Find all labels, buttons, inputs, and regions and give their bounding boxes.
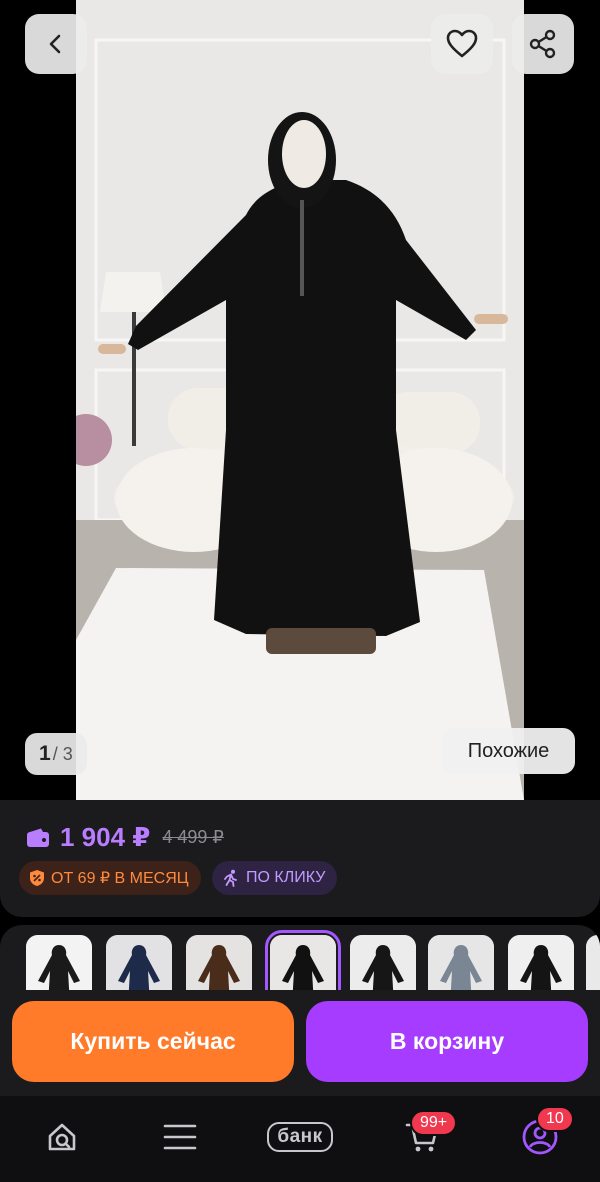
action-bar: Купить сейчас В корзину [0,990,600,1096]
back-button[interactable] [25,14,87,74]
old-price: 4 499 ₽ [162,827,224,847]
price-panel: 1 904 ₽ 4 499 ₽ ОТ 69 ₽ В МЕСЯЦ ПО КЛИКУ [0,800,600,917]
one-click-badge[interactable]: ПО КЛИКУ [212,861,338,895]
nav-bank[interactable]: банк [258,1114,342,1160]
installment-badge[interactable]: ОТ 69 ₽ В МЕСЯЦ [19,861,201,895]
product-gallery[interactable]: 1 / 3 Похожие [0,0,600,800]
nav-catalog[interactable] [154,1114,206,1160]
share-icon [529,29,556,59]
heart-icon [446,29,478,58]
running-person-icon [224,869,237,887]
share-button[interactable] [512,14,574,74]
buy-now-button[interactable]: Купить сейчас [12,1001,294,1082]
similar-button[interactable]: Похожие [442,728,575,774]
product-image [76,0,524,800]
shield-percent-icon [30,870,44,886]
chevron-left-icon [49,34,61,54]
add-to-cart-button[interactable]: В корзину [306,1001,588,1082]
wallet-icon [27,828,49,847]
profile-notification-badge: 10 [536,1106,574,1132]
cart-count-badge: 99+ [410,1110,458,1136]
one-click-label: ПО КЛИКУ [246,869,326,886]
bottom-navigation: банк 99+ 10 [0,1096,600,1182]
image-counter: 1 / 3 [25,733,87,775]
home-search-icon [48,1123,76,1151]
image-counter-total: / 3 [52,743,73,764]
current-price: 1 904 ₽ [60,822,151,852]
image-counter-current: 1 [39,742,51,765]
price-row: 1 904 ₽ 4 499 ₽ [26,822,224,853]
bank-label: банк [267,1122,333,1152]
product-photo[interactable] [76,0,524,800]
installment-label: ОТ 69 ₽ В МЕСЯЦ [51,870,189,887]
favorite-button[interactable] [431,14,493,74]
nav-home[interactable] [36,1114,88,1160]
menu-icon [163,1124,197,1150]
